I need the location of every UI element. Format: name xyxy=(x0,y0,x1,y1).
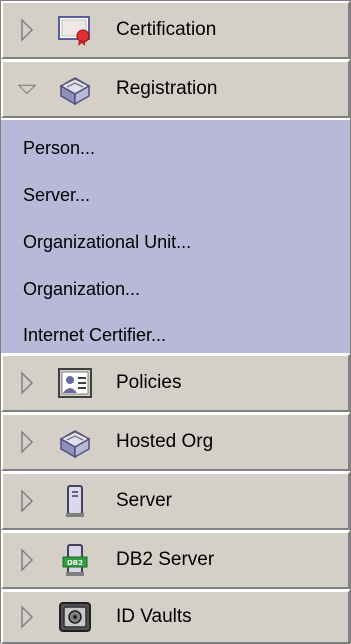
id-vault-icon xyxy=(56,598,94,636)
chevron-right-icon[interactable] xyxy=(18,371,36,395)
policies-icon xyxy=(56,364,94,402)
navigator-panel: Certification Registration Person... Ser… xyxy=(0,0,351,644)
section-db2-server[interactable]: DB2 DB2 Server xyxy=(1,531,350,589)
registration-box-icon xyxy=(56,70,94,108)
section-registration[interactable]: Registration xyxy=(1,60,350,118)
db2-badge-text: DB2 xyxy=(67,559,83,567)
section-certification[interactable]: Certification xyxy=(1,1,350,59)
section-hosted-org[interactable]: Hosted Org xyxy=(1,413,350,471)
chevron-right-icon[interactable] xyxy=(18,489,36,513)
section-label: Hosted Org xyxy=(116,431,214,452)
section-server[interactable]: Server xyxy=(1,472,350,530)
server-icon xyxy=(56,482,94,520)
registration-item-organization[interactable]: Organization... xyxy=(23,278,140,300)
hosted-org-icon xyxy=(56,423,94,461)
chevron-down-icon[interactable] xyxy=(18,77,36,101)
chevron-right-icon[interactable] xyxy=(18,548,36,572)
section-policies[interactable]: Policies xyxy=(1,354,350,412)
chevron-right-icon[interactable] xyxy=(18,605,36,629)
section-id-vaults[interactable]: ID Vaults xyxy=(1,590,350,644)
registration-list: Person... Server... Organizational Unit.… xyxy=(1,120,350,353)
section-label: Server xyxy=(116,490,172,511)
section-label: Registration xyxy=(116,78,218,99)
db2-server-icon: DB2 xyxy=(56,541,94,579)
registration-item-person[interactable]: Person... xyxy=(23,137,95,159)
section-label: Certification xyxy=(116,19,217,40)
registration-item-organizational-unit[interactable]: Organizational Unit... xyxy=(23,231,191,253)
section-label: ID Vaults xyxy=(116,606,192,627)
registration-item-internet-certifier[interactable]: Internet Certifier... xyxy=(23,324,166,346)
certificate-icon xyxy=(56,11,94,49)
chevron-right-icon[interactable] xyxy=(18,430,36,454)
section-label: DB2 Server xyxy=(116,549,215,570)
chevron-right-icon[interactable] xyxy=(18,18,36,42)
registration-item-server[interactable]: Server... xyxy=(23,184,90,206)
section-label: Policies xyxy=(116,372,182,393)
